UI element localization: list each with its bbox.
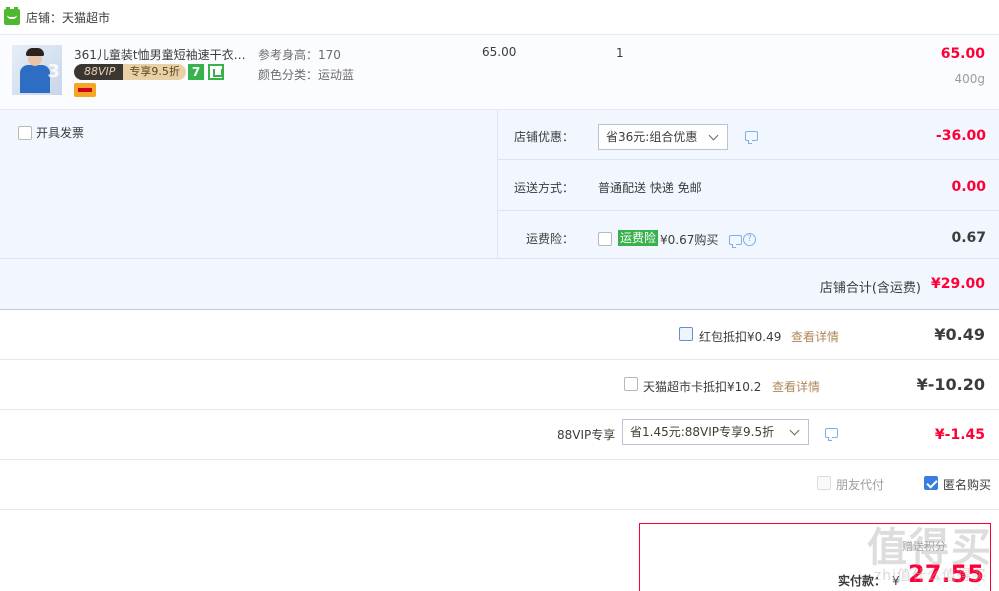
insurance-label: 运费险： [525, 232, 574, 246]
message-icon[interactable] [825, 428, 838, 441]
insurance-tag: 运费险 [618, 230, 659, 246]
payment-options-row: 朋友代付 匿名购买 [0, 460, 999, 510]
options-right: 店铺优惠： 省36元:组合优惠 -36.00 运送方式： 普通配送 快递 免邮 … [497, 110, 999, 258]
tmall-card-row: 天猫超市卡抵扣¥10.2 查看详情 ¥-10.20 [0, 360, 999, 410]
vip-label: 88VIP专享 [557, 428, 616, 442]
invoice-option[interactable]: 开具发票 [18, 124, 84, 141]
guarantee-icon [208, 64, 224, 80]
shop-header: 店铺：天猫超市 [0, 0, 999, 34]
redpacket-row: 红包抵扣¥0.49 查看详情 ¥0.49 [0, 310, 999, 360]
tmall-card-details-link[interactable]: 查看详情 [772, 378, 820, 395]
redpacket-label: 红包抵扣¥0.49 [699, 330, 782, 344]
order-options-panel: 开具发票 店铺优惠： 省36元:组合优惠 -36.00 运送方式： 普通配送 快… [0, 110, 999, 258]
invoice-label: 开具发票 [36, 126, 85, 140]
tmall-card-label: 天猫超市卡抵扣¥10.2 [643, 380, 762, 394]
points-hint: 赠送积分 [902, 540, 946, 553]
delivery-amount: 0.00 [951, 179, 986, 195]
vip-discount-badge: 88VIP 专享9.5折 [74, 64, 186, 80]
delivery-label: 运送方式： [513, 181, 574, 195]
vip-amount: ¥-1.45 [934, 427, 985, 443]
final-amount: 27.55 [908, 560, 984, 588]
attr-height: 参考身高：170 [258, 48, 341, 62]
final-currency: ¥ [892, 574, 900, 588]
tmall-card-checkbox[interactable] [624, 377, 638, 391]
delivery-row: 运送方式： 普通配送 快递 免邮 0.00 [498, 161, 999, 211]
coupon-select[interactable]: 省36元:组合优惠 [598, 124, 728, 150]
coupon-amount: -36.00 [935, 128, 986, 144]
vip-discount-select[interactable]: 省1.45元:88VIP专享9.5折 [622, 419, 809, 445]
insurance-checkbox[interactable] [598, 232, 612, 246]
insurance-amount: 0.67 [951, 230, 986, 246]
message-icon[interactable] [745, 131, 758, 144]
unit-price: 65.00 [482, 45, 517, 59]
help-icon[interactable]: ? [743, 233, 756, 246]
anonymous-checkbox[interactable] [924, 476, 938, 490]
final-label: 实付款： [838, 574, 887, 588]
tmall-card-value: ¥-10.20 [916, 375, 985, 394]
shop-name[interactable]: 店铺：天猫超市 [26, 9, 110, 26]
vip-badge-right: 专享9.5折 [123, 64, 186, 80]
vip-badge-left: 88VIP [74, 64, 124, 80]
insurance-row: 运费险： 运费险 ¥0.67购买 ? 0.67 [498, 212, 999, 262]
final-payment-box: 赠送积分 实付款： ¥ 27.55 [639, 523, 991, 591]
insurance-price: ¥0.67购买 [660, 233, 719, 247]
tmall-icon [4, 7, 20, 25]
friend-pay-checkbox[interactable] [817, 476, 831, 490]
credit-card-icon [74, 83, 96, 97]
quantity: 1 [616, 46, 624, 60]
invoice-checkbox[interactable] [18, 125, 32, 140]
redpacket-value: ¥0.49 [934, 325, 985, 344]
shop-total-row: 店铺合计(含运费) ¥29.00 [0, 258, 999, 310]
item-total: 65.00 [940, 46, 985, 62]
friend-pay-label: 朋友代付 [836, 478, 885, 492]
item-weight: 400g [954, 72, 985, 86]
message-icon[interactable] [729, 235, 742, 248]
attr-color: 颜色分类：运动蓝 [258, 68, 355, 82]
shop-total-label: 店铺合计(含运费) [819, 281, 921, 296]
delivery-method: 普通配送 快递 免邮 [598, 181, 702, 195]
product-thumbnail[interactable]: 3 [12, 45, 62, 95]
redpacket-checkbox[interactable] [679, 327, 693, 341]
vip-row: 88VIP专享 省1.45元:88VIP专享9.5折 ¥-1.45 [0, 410, 999, 460]
redpacket-details-link[interactable]: 查看详情 [791, 328, 839, 345]
anonymous-label: 匿名购买 [943, 478, 992, 492]
shop-total-value: ¥29.00 [930, 276, 985, 292]
coupon-label: 店铺优惠： [513, 130, 574, 144]
seven-day-return-icon: 7 [188, 64, 204, 80]
product-title[interactable]: 361儿童装t恤男童短袖速干衣2... [74, 46, 252, 63]
coupon-row: 店铺优惠： 省36元:组合优惠 -36.00 [498, 110, 999, 160]
